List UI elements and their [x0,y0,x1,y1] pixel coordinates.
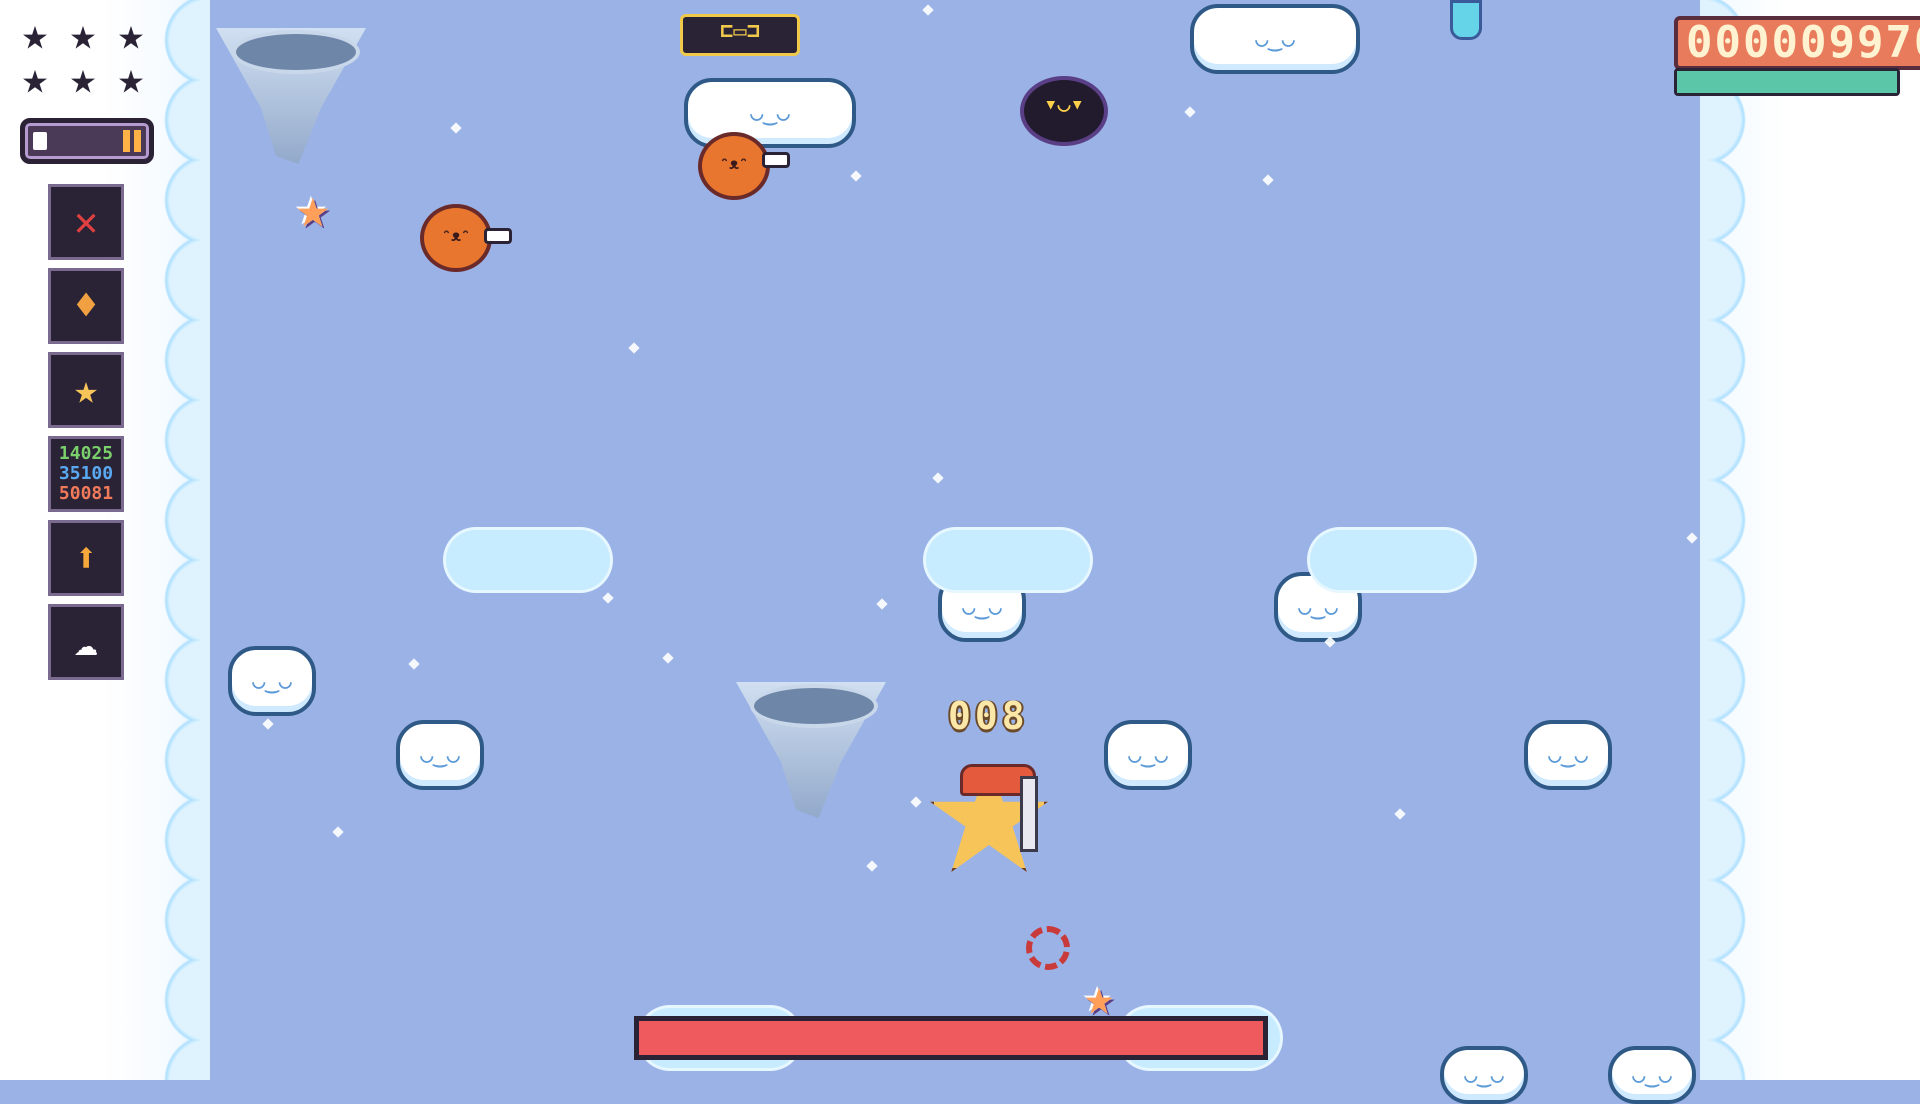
sparkle-icon [408,658,420,670]
health-bar [634,1016,1268,1060]
score-progress-fill [1677,71,1897,93]
energy-indicator [33,132,47,150]
cloud-platform [1310,530,1474,590]
cloud-platform [446,530,610,590]
cloud-face-icon: ◡‿◡ [1632,1062,1672,1088]
bomb-face-icon: ᵔᴥᵔ [441,226,471,245]
sparkle-icon [662,652,674,664]
life-star-icon: ★ [69,9,97,60]
bomb-fuse-icon [762,152,790,168]
sparkle-icon [1262,174,1274,186]
crystal-gem-icon [1450,0,1482,40]
health-bar-fill [639,1021,1263,1055]
star-badge-icon: ★ [48,352,124,428]
pause-icon [123,130,141,152]
cloud-puff-enemy: ◡‿◡ [396,720,484,790]
bomb-face-icon: ᵔᴥᵔ [719,154,749,173]
cloud-puff-enemy: ◡‿◡ [228,646,316,716]
score-progress-bar [1674,68,1900,96]
sparkle-icon [1686,532,1698,544]
sparkle-icon [1184,106,1196,118]
sparkle-icon [1394,808,1406,820]
sparkle-icon [932,472,944,484]
bomb-enemy: ᵔᴥᵔ [420,204,492,272]
score-counter: 000009970 [1674,16,1920,70]
up-arrow-icon: ⬆ [48,520,124,596]
sparkle-icon [262,718,274,730]
crossed-sword-icon: ✕ [48,184,124,260]
cloud-face-icon: ◡‿◡ [1464,1062,1504,1088]
flame-shield-icon: ♦ [48,268,124,344]
number-row: 50081 [58,483,114,504]
cloud-puff-enemy: ◡‿◡ [1524,720,1612,790]
number-row: 14025 [58,443,114,464]
life-star-icon: ★ [69,53,97,104]
cloud-face-icon: ◡‿◡ [252,668,292,694]
cloud-platform [926,530,1090,590]
life-star-icon: ★ [117,53,145,104]
tornado-mouth [750,684,878,728]
life-star-icon: ★ [21,53,49,104]
cloud-puff-enemy: ◡‿◡ [1608,1046,1696,1104]
pause-button[interactable] [20,118,154,164]
sparkle-icon [332,826,344,838]
grin-face-icon: ▾◡▾ [1044,92,1084,117]
cloud-face-icon: ◡‿◡ [962,594,1002,620]
cloud-crowd-icon: ☁ [48,604,124,680]
aim-crosshair-icon [1026,926,1070,970]
player-sword-icon [1020,776,1038,852]
sparkle-icon [922,4,934,16]
cloud-face-icon: ◡‿◡ [750,100,790,126]
number-grid-icon: 14025 35100 50081 [48,436,124,512]
sparkle-icon [866,860,878,872]
cloud-face-icon: ◡‿◡ [1548,742,1588,768]
cloud-puff-enemy: ◡‿◡ [1440,1046,1528,1104]
life-star-icon: ★ [21,9,49,60]
star-pickup-icon: ★ [296,176,330,241]
sparkle-icon [876,598,888,610]
dark-grin-enemy: ▾◡▾ [1020,76,1108,146]
cloud-face-icon: ◡‿◡ [1255,26,1295,52]
bomb-enemy: ᵔᴥᵔ [698,132,770,200]
right-cloud-wall [1700,0,1920,1080]
life-star-icon: ★ [117,9,145,60]
combo-counter: 008 [948,694,1029,738]
tornado-mouth [232,30,360,74]
cloud-face-icon: ◡‿◡ [420,742,460,768]
cloud-puff-enemy: ◡‿◡ [1190,4,1360,74]
sparkle-icon [602,592,614,604]
lives-display: ★ ★ ★ ★ ★ ★ [14,9,152,104]
number-row: 35100 [58,463,114,484]
key-pickup-icon: ⊏▭⊐ [680,14,800,56]
sparkle-icon [910,796,922,808]
sparkle-icon [450,122,462,134]
bomb-fuse-icon [484,228,512,244]
sparkle-icon [850,170,862,182]
cloud-face-icon: ◡‿◡ [1128,742,1168,768]
cloud-puff-enemy: ◡‿◡ [1104,720,1192,790]
cloud-face-icon: ◡‿◡ [1298,594,1338,620]
sparkle-icon [628,342,640,354]
